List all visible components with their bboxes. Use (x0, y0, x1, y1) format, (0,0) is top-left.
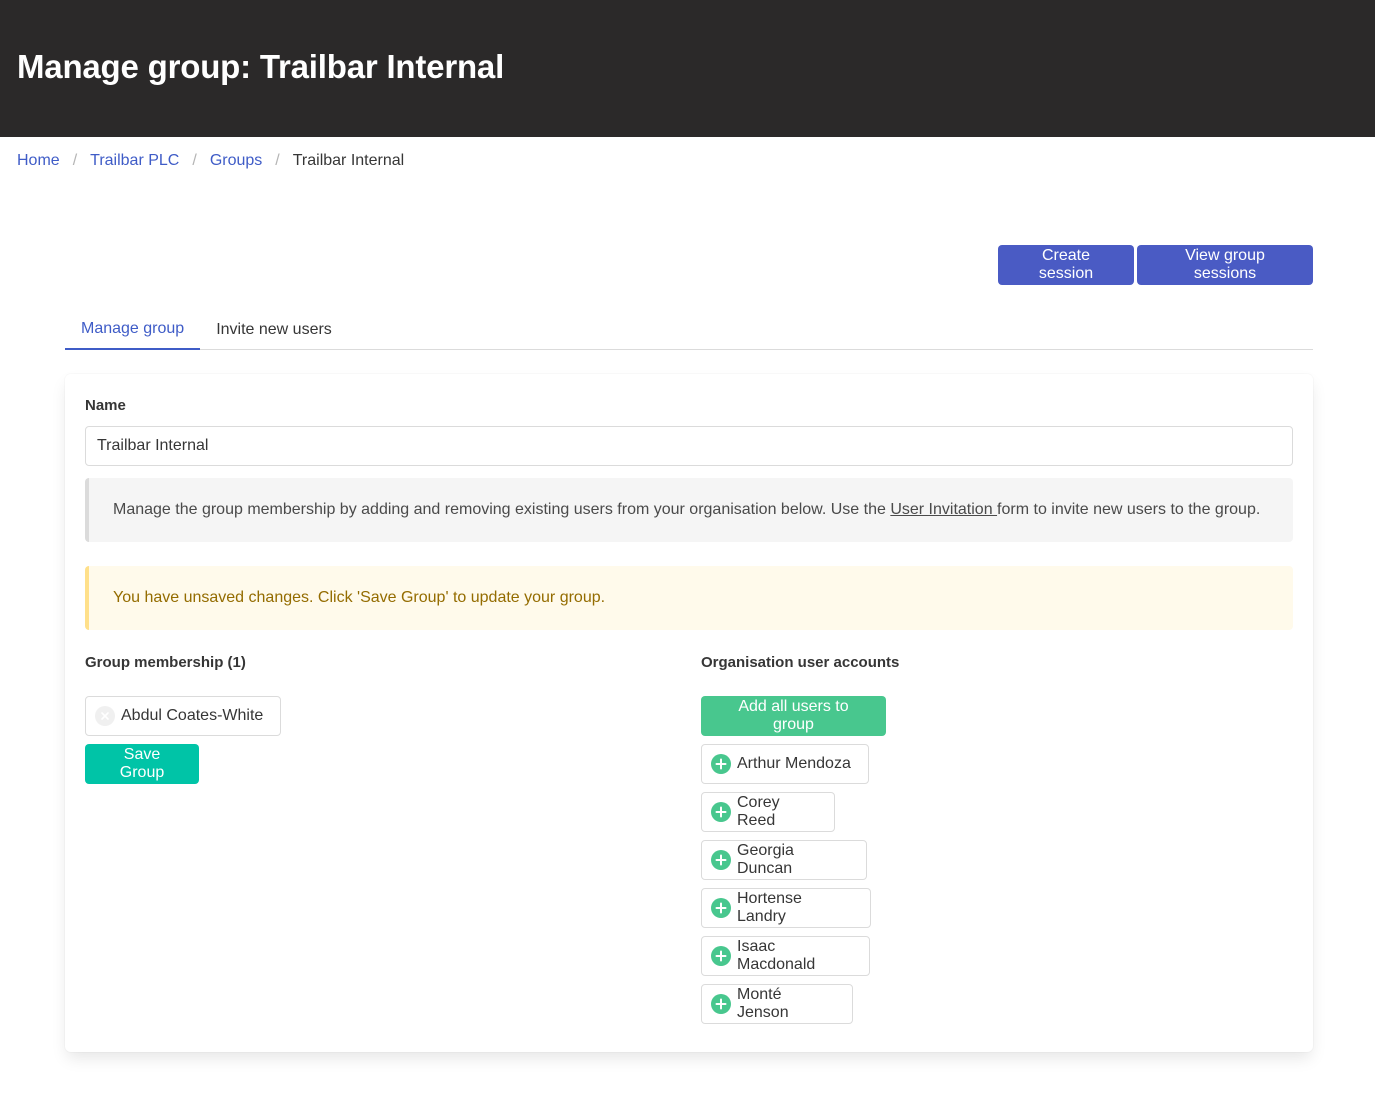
add-icon[interactable] (711, 850, 731, 870)
info-text: Manage the group membership by adding an… (113, 501, 1260, 519)
tab-invite-new-users[interactable]: Invite new users (200, 310, 348, 350)
user-name: Hortense Landry (737, 890, 802, 925)
save-group-button[interactable]: Save Group (85, 744, 199, 784)
unsaved-changes-warning: You have unsaved changes. Click 'Save Gr… (85, 566, 1293, 630)
header-actions: Create session View group sessions (998, 245, 1313, 285)
user-chip-corey-reed[interactable]: Corey Reed (701, 792, 835, 832)
user-name: Monté Jenson (737, 986, 789, 1021)
user-chip-georgia-duncan[interactable]: Georgia Duncan (701, 840, 867, 880)
user-name: Arthur Mendoza (737, 755, 851, 772)
breadcrumb: Home / Trailbar PLC / Groups / Trailbar … (17, 150, 404, 172)
add-icon[interactable] (711, 898, 731, 918)
group-name-input[interactable] (85, 426, 1293, 466)
breadcrumb-groups[interactable]: Groups (210, 152, 262, 170)
user-chip-isaac-macdonald[interactable]: Isaac Macdonald (701, 936, 870, 976)
info-notification: Manage the group membership by adding an… (85, 478, 1293, 542)
breadcrumb-home[interactable]: Home (17, 152, 60, 170)
user-chip-hortense-landry[interactable]: Hortense Landry (701, 888, 871, 928)
user-invitation-link[interactable]: User Invitation (890, 501, 997, 518)
tab-bar: Manage group Invite new users (65, 310, 1313, 350)
tab-manage-group[interactable]: Manage group (65, 310, 201, 350)
add-icon[interactable] (711, 994, 731, 1014)
breadcrumb-separator: / (275, 152, 280, 169)
page-title: Manage group: Trailbar Internal (17, 47, 505, 85)
user-name: Isaac Macdonald (737, 938, 816, 973)
user-chip-monte-jenson[interactable]: Monté Jenson (701, 984, 853, 1024)
organisation-accounts-heading: Organisation user accounts (701, 654, 900, 671)
info-text-after: form to invite new users to the group. (997, 501, 1261, 518)
add-icon[interactable] (711, 802, 731, 822)
remove-icon[interactable] (95, 706, 115, 726)
add-icon[interactable] (711, 946, 731, 966)
breadcrumb-organisation[interactable]: Trailbar PLC (90, 152, 179, 170)
group-membership-heading: Group membership (1) (85, 654, 246, 671)
user-chip-arthur-mendoza[interactable]: Arthur Mendoza (701, 744, 869, 784)
add-all-users-button[interactable]: Add all users to group (701, 696, 886, 736)
warning-text: You have unsaved changes. Click 'Save Gr… (113, 589, 606, 606)
member-name: Abdul Coates-White (121, 707, 264, 724)
member-chip[interactable]: Abdul Coates-White (85, 696, 281, 736)
info-text-before: Manage the group membership by adding an… (113, 501, 891, 518)
breadcrumb-current: Trailbar Internal (292, 152, 405, 169)
name-label: Name (85, 397, 126, 414)
user-name: Georgia Duncan (737, 842, 794, 877)
page-header: Manage group: Trailbar Internal (0, 0, 1375, 137)
create-session-button[interactable]: Create session (998, 245, 1134, 285)
manage-group-card: Name Manage the group membership by addi… (65, 374, 1313, 1052)
view-group-sessions-button[interactable]: View group sessions (1137, 245, 1313, 285)
breadcrumb-separator: / (192, 152, 197, 169)
add-icon[interactable] (711, 754, 731, 774)
user-name: Corey Reed (737, 794, 780, 829)
breadcrumb-separator: / (72, 152, 78, 169)
